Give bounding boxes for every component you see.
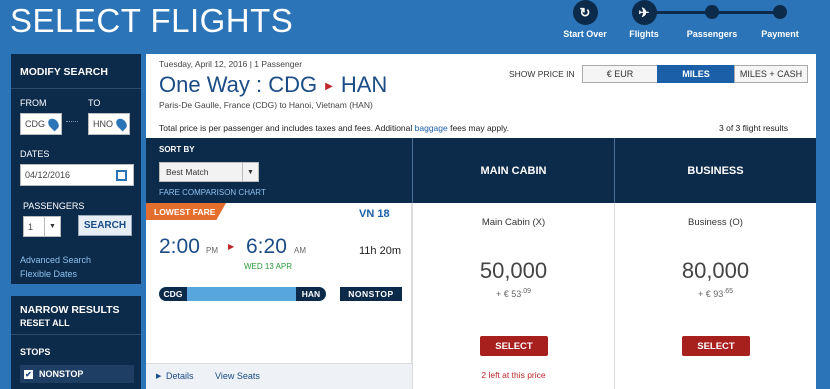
nonstop-badge: NONSTOP (340, 287, 402, 301)
step-flights: ✈ Flights (627, 0, 661, 39)
calendar-icon (116, 170, 127, 181)
lowest-fare-badge: LOWEST FARE (146, 203, 226, 220)
depart-ampm: PM (206, 246, 218, 255)
reset-all-link[interactable]: RESET ALL (20, 318, 70, 328)
baggage-link[interactable]: baggage (415, 123, 448, 133)
results-count: 3 of 3 flight results (719, 123, 788, 133)
select-business-button[interactable]: SELECT (682, 336, 750, 356)
fare-cabin-label: Business (O) (688, 217, 743, 228)
price-note: Total price is per passenger and include… (159, 123, 509, 133)
view-seats-link[interactable]: View Seats (215, 371, 260, 381)
sort-by-label: SORT BY (159, 145, 195, 154)
chevron-down-icon: ▼ (44, 217, 60, 236)
flight-info: LOWEST FARE VN 18 2:00 PM ▶ 6:20 AM WED … (146, 203, 412, 389)
narrow-results-title: NARROW RESULTS (20, 304, 120, 316)
modify-search-title: MODIFY SEARCH (20, 66, 108, 78)
main-cabin-header: MAIN CABIN (412, 138, 614, 203)
price-miles-cash-toggle[interactable]: MILES + CASH (734, 65, 808, 83)
step-dot (773, 5, 787, 19)
nonstop-filter[interactable]: ✔ NONSTOP (20, 365, 134, 383)
arrow-right-icon: ▶ (228, 242, 235, 251)
route-destination: HAN (296, 287, 326, 301)
plane-icon: ✈ (631, 0, 657, 25)
flight-links: ▶ Details View Seats (146, 363, 412, 389)
triangle-right-icon: ▶ (156, 373, 162, 380)
narrow-results-panel: NARROW RESULTS RESET ALL STOPS ✔ NONSTOP (11, 296, 141, 389)
select-main-cabin-button[interactable]: SELECT (480, 336, 548, 356)
show-price-label: SHOW PRICE IN (509, 69, 575, 79)
arrive-ampm: AM (294, 246, 306, 255)
fare-miles: 50,000 (479, 258, 548, 283)
sort-select[interactable]: Best Match ▼ (159, 162, 259, 182)
fare-tax: + € 93.65 (697, 288, 734, 299)
passengers-label: PASSENGERS (23, 201, 85, 211)
fare-miles: 80,000 (681, 258, 750, 283)
flight-duration: 11h 20m (359, 245, 401, 257)
business-header: BUSINESS (614, 138, 816, 203)
route-detail: Paris-De Gaulle, France (CDG) to Hanoi, … (159, 100, 373, 110)
details-link[interactable]: Details (166, 371, 194, 381)
dates-label: DATES (20, 149, 50, 159)
price-miles-toggle[interactable]: MILES (657, 65, 735, 83)
arrow-right-icon: ▶ (325, 80, 333, 92)
from-input[interactable]: CDG (20, 113, 62, 135)
step-start-over[interactable]: ↻ Start Over (563, 0, 607, 39)
chevron-down-icon: ▼ (242, 163, 258, 181)
flexible-dates-link[interactable]: Flexible Dates (20, 269, 77, 279)
flight-number-link[interactable]: VN 18 (359, 208, 390, 220)
trip-date-line: Tuesday, April 12, 2016 | 1 Passenger (159, 59, 303, 69)
fare-cabin-label: Main Cabin (X) (481, 217, 546, 228)
checkbox-icon[interactable]: ✔ (24, 369, 33, 379)
search-button[interactable]: SEARCH (78, 215, 132, 236)
location-pin-icon (46, 116, 61, 132)
fare-tax: + € 53.09 (495, 288, 532, 299)
date-input[interactable]: 04/12/2016 (20, 164, 134, 186)
seats-left-note: 2 left at this price (481, 370, 546, 380)
advanced-search-link[interactable]: Advanced Search (20, 255, 91, 265)
step-passengers: Passengers (686, 0, 738, 39)
step-dot (705, 5, 719, 19)
passengers-select[interactable]: 1 ▼ (23, 216, 61, 237)
to-input[interactable]: HNO (88, 113, 130, 135)
price-eur-toggle[interactable]: € EUR (582, 65, 658, 83)
depart-time: 2:00 (159, 235, 200, 258)
page-title: SELECT FLIGHTS (10, 2, 294, 39)
location-pin-icon (114, 116, 129, 132)
route-title: One Way : CDG ▶ HAN (159, 72, 388, 97)
main-cabin-fare: Main Cabin (X) 50,000 + € 53.09 SELECT 2… (412, 203, 614, 389)
step-payment: Payment (760, 0, 800, 39)
to-label: TO (88, 98, 101, 108)
from-label: FROM (20, 98, 47, 108)
results-panel: Tuesday, April 12, 2016 | 1 Passenger On… (146, 54, 816, 389)
business-fare: Business (O) 80,000 + € 93.65 SELECT (614, 203, 816, 389)
route-origin: CDG (159, 287, 187, 301)
fare-chart-link[interactable]: FARE COMPARISON CHART (159, 188, 266, 197)
refresh-icon: ↻ (572, 0, 598, 25)
stops-label: STOPS (20, 347, 51, 357)
route-bar: CDG HAN (159, 287, 326, 301)
modify-search-panel: MODIFY SEARCH FROM TO CDG HNO DATES 04/1… (11, 54, 141, 284)
arrival-date: WED 13 APR (244, 262, 293, 271)
arrive-time: 6:20 (246, 235, 287, 258)
